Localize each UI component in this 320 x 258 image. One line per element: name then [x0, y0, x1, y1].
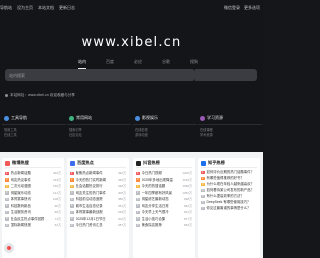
- login-link[interactable]: 微信登录: [224, 5, 240, 11]
- divider: [201, 167, 257, 168]
- category-tools[interactable]: 工具导航 常用工具 在线工具: [2, 114, 66, 150]
- hot-lists-section: 微博热搜 1 热点新闻话题 302万 2 网友热议事件 233万 3 二次元动漫圈 159万…: [0, 152, 263, 258]
- zhihu-list: 1 如何评价近期的热门话题事件？ 2 有哪些值得推荐的好书？ 3 为什么现在年轻人越来…: [198, 169, 260, 213]
- tab-site[interactable]: 站内: [78, 59, 86, 69]
- zhihu-hot-card: 知乎热榜 1 如何评价近期的热门话题事件？ 2 有哪些值得推荐的好书？ 3 为什么现在…: [198, 158, 260, 258]
- divider: [70, 167, 126, 168]
- hero-section: 导航站 设为主页 本站文档 更新日志 微信登录 更多选项 www.xibel.c…: [0, 0, 263, 152]
- weibo-list: 1 热点新闻话题 302万 2 网友热议事件 233万 3 二次元动漫圈 159万 4 明星娱…: [2, 169, 64, 230]
- category-label: 常用网站: [76, 115, 92, 120]
- zhihu-icon: [201, 160, 206, 166]
- baidu-icon: [70, 160, 75, 166]
- divider: [136, 167, 192, 168]
- list-item[interactable]: 5 有什么提高效率的方法？: [201, 194, 257, 199]
- category-row[interactable]: 在线工具: [4, 133, 17, 138]
- category-row[interactable]: 游戏动漫: [135, 133, 148, 138]
- category-row[interactable]: 学术资源: [200, 133, 213, 138]
- search-engine-tabs: 站内 百度 必应 谷歌 搜狗: [78, 59, 198, 69]
- douyin-list: 1 今日热门视频 1200万 2 2025年多地出现降温 1150万 3 今天的热搜话题 1…: [133, 169, 195, 230]
- list-item[interactable]: 2 有哪些值得推荐的好书？: [201, 176, 257, 181]
- floating-action-button[interactable]: [4, 243, 14, 253]
- category-entertainment[interactable]: 影视娱乐 在线影视 游戏动漫: [133, 114, 197, 150]
- card-title: 抖音热榜: [143, 160, 160, 165]
- list-item[interactable]: 9 美食探店推荐 845万: [136, 222, 192, 229]
- category-learning[interactable]: 学习资源 在线课程 学术资源: [198, 114, 262, 150]
- category-label: 工具导航: [11, 115, 27, 120]
- search-button[interactable]: [195, 69, 257, 81]
- top-link-set-homepage[interactable]: 设为主页: [17, 5, 33, 11]
- tab-sogou[interactable]: 搜狗: [190, 59, 198, 67]
- site-notice: 本站网址：www.xibel.cn 欢迎收藏与分享: [5, 93, 75, 98]
- top-bar-left: 导航站 设为主页 本站文档 更新日志: [0, 5, 75, 11]
- tab-bing[interactable]: 必应: [134, 59, 142, 67]
- top-bar: 导航站 设为主页 本站文档 更新日志 微信登录 更多选项: [0, 0, 263, 16]
- divider: [2, 124, 66, 125]
- weibo-icon: [5, 160, 10, 166]
- category-row[interactable]: 社区论坛: [69, 133, 82, 138]
- category-label: 学习资源: [207, 115, 223, 120]
- search-box: [5, 69, 195, 81]
- divider: [5, 167, 61, 168]
- card-title: 知乎热榜: [208, 160, 225, 165]
- book-icon: [200, 115, 205, 121]
- list-item[interactable]: 7 你见过最离谱的事情是什么？: [201, 206, 257, 211]
- page: 导航站 设为主页 本站文档 更新日志 微信登录 更多选项 www.xibel.c…: [0, 0, 263, 258]
- card-title: 百度热点: [77, 160, 94, 165]
- notice-text: 本站网址：www.xibel.cn 欢迎收藏与分享: [10, 93, 75, 97]
- globe-icon: [69, 115, 74, 121]
- category-label: 影视娱乐: [142, 115, 158, 120]
- list-item[interactable]: 9 国际新闻快报 62万: [5, 222, 61, 229]
- douyin-hot-card: 抖音热榜 1 今日热门视频 1200万 2 2025年多地出现降温 1150万 3 今天的…: [133, 158, 195, 258]
- divider: [67, 124, 131, 125]
- top-link-changelog[interactable]: 更新日志: [59, 5, 75, 11]
- list-item[interactable]: 6 DeepSeek 有哪些使用技巧？: [201, 200, 257, 205]
- baidu-hot-card: 百度热点 1 聚焦热点新闻事件 492万 2 今天的热门实时新闻 465万 3 社会话题热…: [67, 158, 129, 258]
- top-link-home[interactable]: 导航站: [0, 5, 12, 11]
- divider: [133, 124, 197, 125]
- site-logo[interactable]: www.xibel.cn: [0, 35, 263, 50]
- douyin-icon: [136, 160, 141, 166]
- baidu-list: 1 聚焦热点新闻事件 492万 2 今天的热门实时新闻 465万 3 社会话题热议排行 43…: [67, 169, 129, 230]
- card-title: 微博热搜: [12, 160, 29, 165]
- divider: [198, 124, 262, 125]
- list-item[interactable]: 4 如何看待某公司发布的新产品？: [201, 188, 257, 193]
- category-common[interactable]: 常用网站 搜索引擎 社区论坛: [67, 114, 131, 150]
- top-link-docs[interactable]: 本站文档: [38, 5, 54, 11]
- tab-baidu[interactable]: 百度: [106, 59, 114, 67]
- tab-google[interactable]: 谷歌: [162, 59, 170, 67]
- notice-icon: [5, 94, 8, 97]
- tools-icon: [4, 115, 9, 121]
- dot-icon: [7, 246, 11, 250]
- video-icon: [135, 115, 140, 121]
- top-bar-right: 微信登录 更多选项: [224, 5, 260, 11]
- list-item[interactable]: 3 为什么现在年轻人越来越喜欢？: [201, 182, 257, 187]
- category-strip: 工具导航 常用工具 在线工具 常用网站 搜索引擎 社区论坛 影视娱乐 在线影视 游戏动…: [0, 114, 263, 150]
- list-item[interactable]: 1 如何评价近期的热门话题事件？: [201, 170, 257, 175]
- list-item[interactable]: 9 今日热门资讯汇总 287万: [70, 222, 126, 229]
- more-link[interactable]: 更多选项: [244, 5, 260, 11]
- search-input[interactable]: [9, 72, 195, 78]
